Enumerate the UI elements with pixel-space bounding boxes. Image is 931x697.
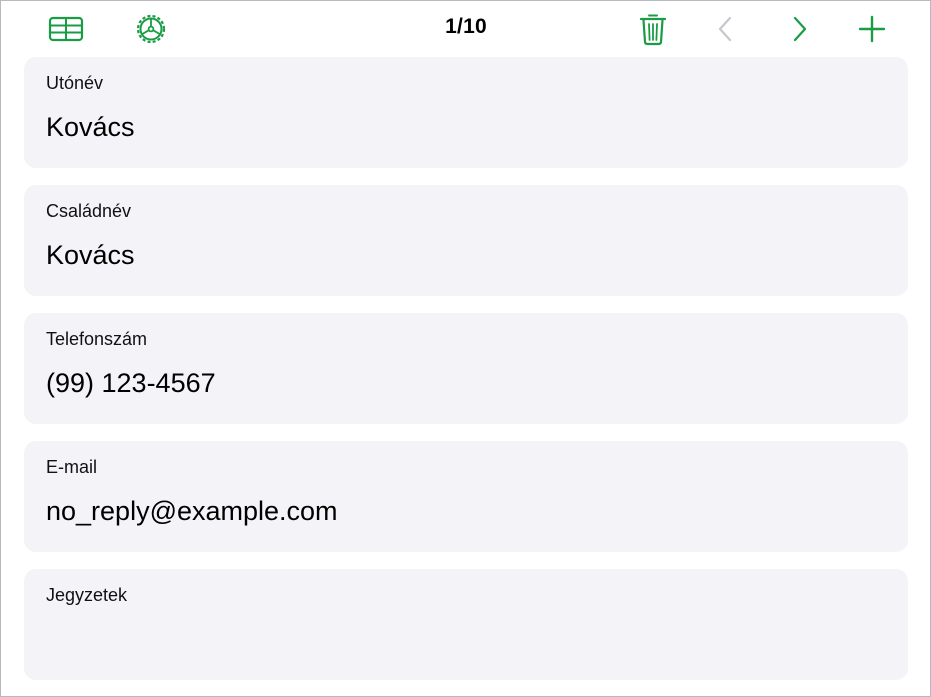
settings-button[interactable]: [131, 9, 171, 49]
notes-field[interactable]: Jegyzetek: [24, 569, 908, 680]
toolbar: 1/10: [1, 1, 930, 57]
phone-label: Telefonszám: [46, 329, 148, 349]
plus-icon: [858, 15, 886, 43]
chevron-left-icon: [718, 16, 732, 42]
last-name-label: Családnév: [46, 201, 132, 221]
table-view-button[interactable]: [46, 9, 86, 49]
email-field[interactable]: E-mail no_reply@example.com: [24, 441, 908, 552]
phone-value[interactable]: (99) 123-4567: [46, 368, 216, 399]
delete-record-button[interactable]: [633, 9, 673, 49]
first-name-value[interactable]: Kovács: [46, 112, 135, 143]
table-view-icon: [48, 16, 84, 42]
previous-record-button[interactable]: [705, 9, 745, 49]
next-record-button[interactable]: [780, 9, 820, 49]
trash-icon: [639, 14, 667, 46]
last-name-value[interactable]: Kovács: [46, 240, 135, 271]
phone-field[interactable]: Telefonszám (99) 123-4567: [24, 313, 908, 424]
email-value[interactable]: no_reply@example.com: [46, 496, 338, 527]
add-record-button[interactable]: [852, 9, 892, 49]
record-form-window: 1/10 Utónév Kovács Családnév Kovács Tele…: [0, 0, 931, 697]
first-name-label: Utónév: [46, 73, 104, 93]
record-counter: 1/10: [445, 15, 487, 38]
chevron-right-icon: [793, 16, 807, 42]
last-name-field[interactable]: Családnév Kovács: [24, 185, 908, 296]
settings-gear-icon: [136, 14, 166, 44]
first-name-field[interactable]: Utónév Kovács: [24, 57, 908, 168]
email-label: E-mail: [46, 457, 98, 477]
notes-label: Jegyzetek: [46, 585, 128, 605]
